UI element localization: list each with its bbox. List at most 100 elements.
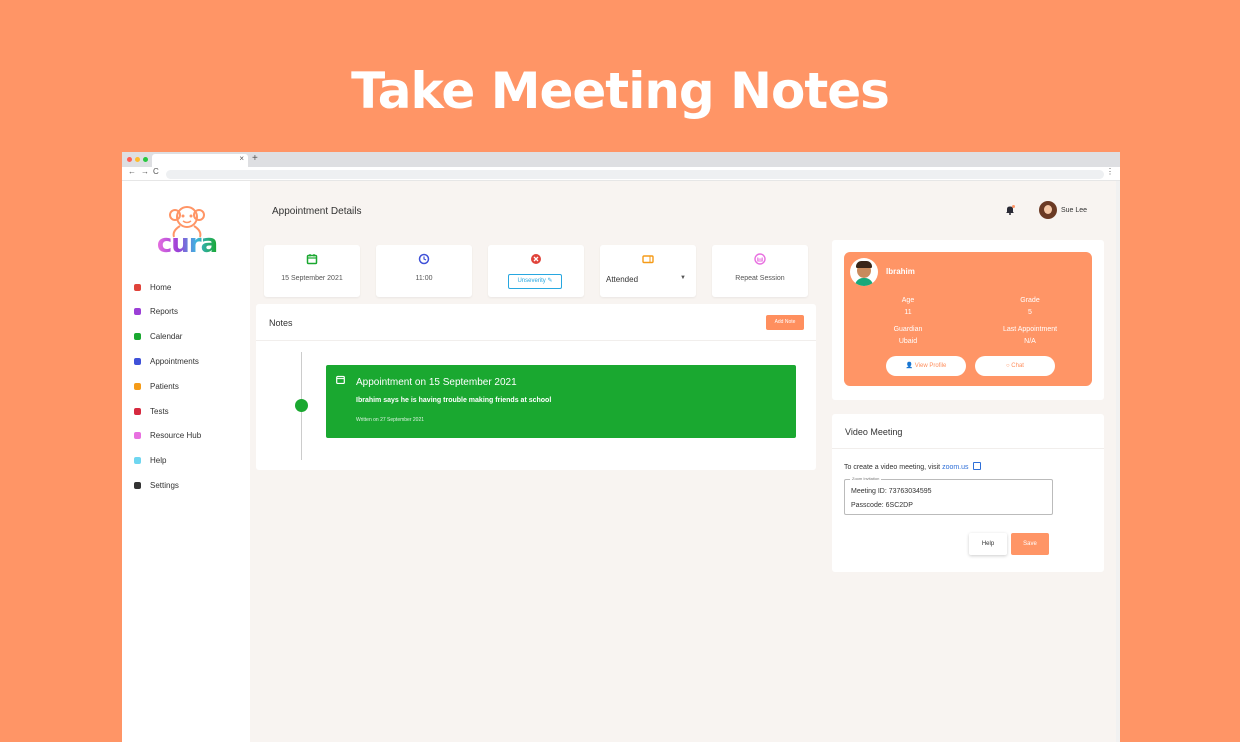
browser-nav-bar: ← → C ⋮ [122, 167, 1120, 181]
patient-card: Ibrahim Age 11 Grade 5 Guardian Ubaid La… [844, 252, 1092, 386]
time-card: 11:00 [376, 245, 472, 297]
last-appointment-value: N/A [1024, 338, 1036, 345]
forward-icon[interactable]: → [141, 167, 149, 176]
sidebar-item-label: Calendar [150, 332, 183, 342]
ticket-icon [642, 255, 654, 264]
sidebar-item-help[interactable]: Help [134, 454, 166, 468]
note-written-date: Written on 27 September 2021 [356, 417, 425, 423]
sidebar-item-label: Home [150, 282, 172, 292]
age-label: Age [901, 297, 915, 304]
browser-tab[interactable]: × [152, 154, 248, 167]
severity-button[interactable]: Unseverity ✎ [508, 274, 562, 289]
hero-title: Take Meeting Notes [351, 62, 890, 120]
note-title: Appointment on 15 September 2021 [356, 377, 517, 388]
chat-bubble-icon: ○ [1006, 363, 1010, 369]
severity-icon [531, 254, 541, 264]
page-title: Appointment Details [272, 206, 362, 217]
view-profile-label: View Profile [914, 363, 947, 369]
help-icon [134, 457, 141, 465]
repeat-session-icon [754, 253, 766, 265]
note-card[interactable]: Appointment on 15 September 2021 Ibrahim… [326, 365, 796, 438]
guardian-label: Guardian [893, 326, 923, 333]
video-meeting-panel: Video Meeting To create a video meeting,… [832, 414, 1104, 572]
tab-close-icon[interactable]: × [239, 154, 244, 163]
video-intro: To create a video meeting, visit zoom.us [844, 462, 982, 471]
attendance-card: Attended ▼ [600, 245, 696, 297]
calendar-icon [336, 375, 345, 384]
age-value: 11 [904, 309, 912, 316]
chat-button[interactable]: ○ Chat [975, 356, 1055, 376]
sidebar: cura Home Reports Calendar Appointments Pati… [122, 181, 250, 742]
sidebar-item-label: Help [150, 456, 167, 466]
clock-icon [418, 253, 430, 265]
browser-menu-icon[interactable]: ⋮ [1106, 167, 1114, 176]
edit-pencil-icon: ✎ [547, 278, 553, 284]
divider [256, 340, 816, 341]
divider [832, 448, 1104, 449]
zoom-invitation-textarea[interactable]: Zoom Invitation Meeting ID: 73763034595 … [844, 476, 1053, 515]
brand-logo-text[interactable]: cura [152, 229, 222, 259]
external-link-icon[interactable] [973, 462, 982, 470]
add-note-button[interactable]: Add Note [766, 315, 804, 330]
view-profile-button[interactable]: 👤 View Profile [886, 356, 966, 376]
sidebar-item-label: Patients [150, 381, 179, 391]
help-button[interactable]: Help [969, 533, 1007, 555]
sidebar-item-reports[interactable]: Reports [134, 305, 178, 319]
chat-label: Chat [1011, 363, 1024, 369]
notification-bell-icon[interactable] [1005, 205, 1015, 215]
meeting-id-text: Meeting ID: 73763034595 [851, 488, 932, 495]
window-minimize-dot[interactable] [135, 157, 140, 162]
sidebar-item-home[interactable]: Home [134, 280, 171, 294]
sidebar-item-calendar[interactable]: Calendar [134, 330, 182, 344]
grade-label: Grade [1020, 297, 1040, 304]
notes-panel: Notes Add Note Appointment on 15 Septemb… [256, 304, 816, 470]
window-close-dot[interactable] [127, 157, 132, 162]
sidebar-item-label: Appointments [150, 356, 199, 366]
repeat-session-label: Repeat Session [735, 275, 785, 282]
chevron-down-icon[interactable]: ▼ [680, 275, 686, 281]
scrollbar[interactable] [1116, 181, 1120, 742]
home-icon [134, 283, 141, 291]
reports-icon [134, 308, 141, 316]
user-name[interactable]: Sue Lee [1061, 207, 1087, 214]
last-appointment-label: Last Appointment [1002, 326, 1058, 333]
repeat-card[interactable]: Repeat Session [712, 245, 808, 297]
gear-icon [134, 481, 141, 489]
note-body: Ibrahim says he is having trouble making… [356, 397, 552, 404]
browser-window: × + ← → C ⋮ cura Home Reports Calendar Appo… [122, 152, 1120, 742]
notes-title: Notes [269, 318, 293, 328]
user-avatar[interactable] [1039, 201, 1057, 219]
window-maximize-dot[interactable] [143, 157, 148, 162]
attendance-select[interactable]: Attended [606, 275, 638, 284]
reload-icon[interactable]: C [153, 167, 159, 176]
sidebar-item-patients[interactable]: Patients [134, 379, 179, 393]
sidebar-item-label: Resource Hub [150, 431, 202, 441]
tests-icon [134, 407, 141, 415]
sidebar-item-appointments[interactable]: Appointments [134, 354, 199, 368]
calendar-icon [134, 333, 141, 341]
zoom-link[interactable]: zoom.us [942, 464, 968, 471]
sidebar-item-settings[interactable]: Settings [134, 478, 179, 492]
brand-name: cura [156, 229, 218, 259]
appointment-date: 15 September 2021 [281, 275, 343, 282]
calendar-icon [306, 254, 318, 265]
sidebar-item-resource-hub[interactable]: Resource Hub [134, 429, 201, 443]
severity-label: Unseverity [517, 278, 546, 284]
sidebar-item-label: Tests [150, 406, 169, 416]
date-card: 15 September 2021 [264, 245, 360, 297]
patients-icon [134, 382, 141, 390]
appointments-icon [134, 357, 141, 365]
video-intro-text: To create a video meeting, visit [844, 464, 941, 471]
back-icon[interactable]: ← [128, 167, 136, 176]
user-icon: 👤 [905, 363, 914, 369]
save-button[interactable]: Save [1011, 533, 1049, 555]
address-bar[interactable] [166, 170, 1104, 179]
video-meeting-title: Video Meeting [845, 427, 903, 437]
sidebar-item-tests[interactable]: Tests [134, 404, 169, 418]
guardian-value: Ubaid [898, 338, 918, 345]
new-tab-icon[interactable]: + [252, 153, 258, 164]
sidebar-item-label: Reports [150, 307, 179, 317]
main-content: Appointment Details Sue Lee 15 September… [250, 181, 1116, 742]
appointment-time: 11:00 [415, 275, 433, 282]
passcode-text: Passcode: 6SC2DP [851, 502, 913, 509]
